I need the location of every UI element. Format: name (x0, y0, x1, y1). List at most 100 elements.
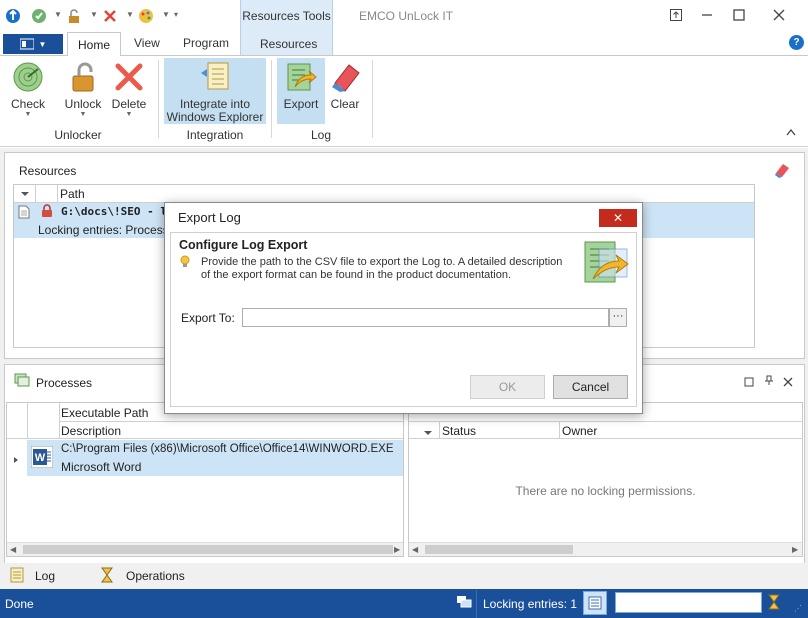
hourglass-icon (101, 567, 113, 586)
column-header-description[interactable]: Description (61, 424, 121, 438)
horizontal-scrollbar[interactable]: ◀ ▶ (7, 542, 403, 556)
app-icon[interactable] (3, 6, 23, 26)
maximize-icon[interactable] (724, 4, 754, 26)
customize-quick-access-icon[interactable]: ▾ (174, 10, 178, 19)
chevron-down-icon[interactable]: ▼ (126, 10, 134, 19)
menu-icon (19, 38, 34, 50)
document-arrow-icon (198, 60, 232, 94)
status-search-input[interactable] (615, 592, 762, 613)
file-menu-button[interactable]: ▼ (3, 34, 63, 54)
group-unlocker: Unlocker (54, 128, 102, 142)
svg-text:W: W (35, 452, 46, 464)
word-icon: W (30, 445, 54, 471)
group-integration: Integration (186, 128, 244, 142)
processes-icon (14, 373, 30, 390)
delete-quick-icon[interactable] (100, 6, 120, 26)
pin-window-icon[interactable] (661, 4, 691, 26)
lightbulb-icon (180, 255, 190, 272)
padlock-open-icon (66, 60, 100, 94)
scroll-right-icon[interactable]: ▶ (792, 545, 798, 554)
processes-grid: Executable Path Description W C:\Program… (6, 402, 404, 557)
grid-divider (27, 403, 28, 439)
scroll-left-icon[interactable]: ◀ (412, 545, 418, 554)
horizontal-scrollbar[interactable]: ◀ ▶ (409, 542, 802, 556)
export-button[interactable]: Export (277, 60, 325, 111)
tab-log[interactable]: Log (35, 569, 55, 583)
ribbon-separator (271, 60, 272, 138)
ribbon-separator (158, 60, 159, 138)
grid-divider (559, 421, 560, 439)
scroll-left-icon[interactable]: ◀ (10, 545, 16, 554)
chat-icon[interactable] (456, 595, 472, 612)
panel-pin-icon[interactable] (764, 375, 774, 389)
scrollbar-thumb[interactable] (425, 545, 573, 554)
dialog-heading: Configure Log Export (179, 238, 308, 252)
column-header-status[interactable]: Status (442, 424, 476, 438)
cancel-button[interactable]: Cancel (553, 375, 628, 399)
processes-title: Processes (36, 376, 93, 390)
log-toggle-button[interactable] (583, 591, 607, 615)
hourglass-status-icon (768, 594, 780, 613)
ok-button[interactable]: OK (470, 375, 545, 399)
dialog-close-button[interactable]: ✕ (599, 209, 637, 227)
panel-close-icon[interactable] (783, 376, 793, 390)
radar-icon (11, 60, 45, 94)
ribbon-separator (372, 60, 373, 138)
eraser-icon (328, 60, 362, 94)
context-tab-title: Resources Tools (242, 9, 331, 23)
check-quick-icon[interactable] (29, 6, 49, 26)
tab-home[interactable]: Home (67, 32, 121, 56)
export-to-input[interactable] (242, 308, 609, 327)
delete-x-icon (112, 60, 146, 94)
unlock-quick-icon[interactable] (64, 6, 84, 26)
expand-row-icon[interactable] (13, 453, 19, 467)
chevron-down-icon[interactable]: ▼ (162, 10, 170, 19)
integrate-button[interactable]: Integrate into Windows Explorer (164, 60, 266, 124)
grid-header (14, 185, 754, 203)
resource-detail: Locking entries: Processes (38, 223, 182, 237)
delete-button[interactable]: Delete ▼ (109, 60, 149, 118)
dialog-description: Provide the path to the CSV file to expo… (201, 256, 563, 281)
status-divider (476, 590, 477, 618)
tab-view[interactable]: View (134, 36, 160, 56)
resize-grip-icon[interactable]: ⋰ (794, 604, 802, 613)
chevron-down-icon[interactable]: ▼ (90, 10, 98, 19)
log-icon (10, 567, 24, 586)
empty-message: There are no locking permissions. (515, 484, 696, 498)
help-icon[interactable]: ? (789, 35, 804, 50)
column-header-path[interactable]: Path (60, 187, 85, 201)
export-log-icon (284, 60, 318, 94)
column-chooser-icon[interactable] (14, 185, 36, 203)
grid-divider (60, 421, 403, 422)
status-text: Done (5, 597, 34, 611)
column-header-owner[interactable]: Owner (562, 424, 597, 438)
locking-entries-count: Locking entries: 1 (483, 597, 578, 611)
chevron-down-icon[interactable]: ▼ (54, 10, 62, 19)
minimize-icon[interactable] (692, 4, 722, 26)
process-description: Microsoft Word (61, 460, 142, 474)
tab-operations[interactable]: Operations (126, 569, 185, 583)
collapse-ribbon-icon[interactable] (786, 128, 796, 139)
close-icon[interactable] (764, 4, 794, 26)
tab-resources[interactable]: Resources (260, 37, 317, 57)
document-icon (18, 205, 30, 222)
log-list-icon (588, 596, 602, 610)
lock-icon (40, 204, 54, 221)
unlock-button[interactable]: Unlock ▼ (60, 60, 106, 118)
resources-title: Resources (19, 164, 77, 178)
panel-minimize-icon[interactable] (744, 376, 754, 390)
clear-button[interactable]: Clear (326, 60, 364, 111)
check-button[interactable]: Check ▼ (8, 60, 48, 118)
tab-program[interactable]: Program (183, 36, 229, 56)
process-path: C:\Program Files (x86)\Microsoft Office\… (61, 443, 394, 455)
palette-icon[interactable] (136, 6, 156, 26)
column-header-executable[interactable]: Executable Path (61, 406, 148, 420)
scrollbar-thumb[interactable] (23, 545, 393, 554)
group-log: Log (310, 128, 332, 142)
column-chooser-icon[interactable] (423, 425, 433, 439)
clear-resources-icon[interactable] (774, 162, 790, 181)
browse-button[interactable]: ··· (609, 308, 627, 327)
close-icon: ✕ (612, 211, 624, 225)
scroll-right-icon[interactable]: ▶ (394, 545, 400, 554)
window-title: EMCO UnLock IT (359, 9, 454, 23)
